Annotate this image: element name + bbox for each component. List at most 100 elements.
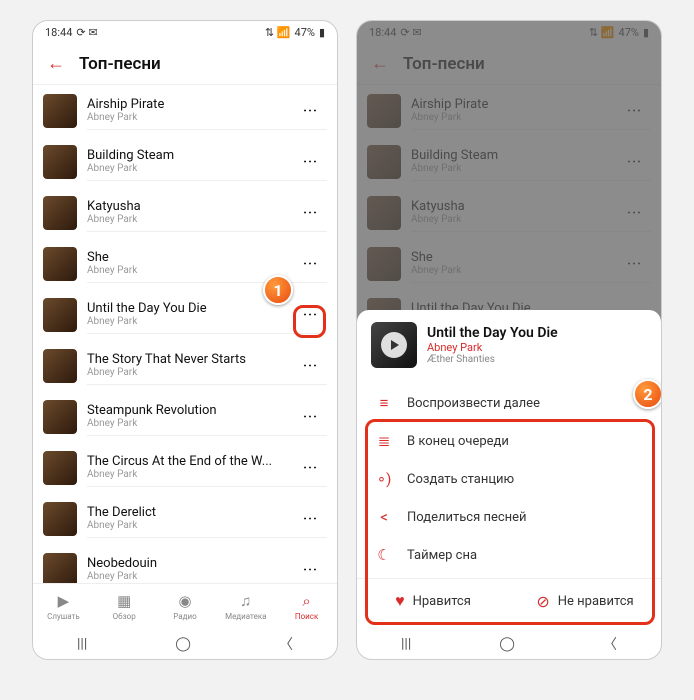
song-title: Neobedouin	[87, 556, 293, 571]
action-label: В конец очереди	[407, 434, 509, 449]
status-battery: 47%	[295, 26, 315, 39]
song-artist: Abney Park	[87, 520, 293, 531]
song-meta: The Story That Never StartsAbney Park	[87, 346, 293, 385]
nav-радио[interactable]: ◉ Радио	[155, 584, 216, 629]
album-art	[43, 145, 77, 179]
nav-слушать[interactable]: ▶ Слушать	[33, 584, 94, 629]
sheet-action[interactable]: ∘) Создать станцию	[357, 460, 661, 498]
more-icon[interactable]: ⋮	[303, 358, 318, 373]
more-icon[interactable]: ⋮	[303, 511, 318, 526]
action-icon: ☾	[375, 546, 393, 564]
more-icon[interactable]: ⋮	[303, 154, 318, 169]
song-row[interactable]: Airship PirateAbney Park ⋮	[33, 85, 337, 136]
song-title: Building Steam	[87, 148, 293, 163]
sheet-actions: ≡ Воспроизвести далее ≣ В конец очереди ∘) Со…	[357, 380, 661, 578]
song-meta: SheAbney Park	[87, 244, 293, 283]
more-icon[interactable]: ⋮	[303, 562, 318, 577]
nav-icon: ◉	[178, 592, 191, 610]
sheet-album-art[interactable]	[371, 322, 417, 368]
more-icon[interactable]: ⋮	[303, 256, 318, 271]
sheet-action[interactable]: <Поделиться песней	[357, 498, 661, 536]
like-button[interactable]: ♥ Нравится	[357, 579, 509, 623]
back-button[interactable]: 〈	[279, 634, 293, 654]
song-title: She	[87, 250, 293, 265]
battery-icon: ▮	[319, 26, 325, 39]
song-artist: Abney Park	[87, 214, 293, 225]
nav-icon: ▶	[58, 592, 70, 610]
dislike-label: Не нравится	[558, 594, 634, 609]
song-title: The Circus At the End of the W...	[87, 454, 293, 469]
back-button[interactable]: 〈	[603, 634, 617, 654]
song-meta: NeobedouinAbney Park	[87, 550, 293, 583]
song-row[interactable]: Steampunk RevolutionAbney Park ⋮	[33, 391, 337, 442]
home-button[interactable]: ◯	[175, 636, 191, 652]
page-title: Топ-песни	[79, 54, 161, 74]
song-artist: Abney Park	[87, 112, 293, 123]
callout-badge-1: 1	[263, 275, 293, 305]
heart-icon: ♥	[395, 591, 405, 611]
song-row[interactable]: KatyushaAbney Park ⋮	[33, 187, 337, 238]
status-left-icons: ⟳ ✉	[76, 26, 97, 39]
album-art	[43, 553, 77, 584]
nav-label: Слушать	[47, 612, 80, 621]
action-icon: ∘)	[375, 470, 393, 488]
song-row[interactable]: The Story That Never StartsAbney Park ⋮	[33, 340, 337, 391]
dislike-button[interactable]: ⊘ Не нравится	[509, 579, 661, 623]
album-art	[43, 400, 77, 434]
song-row[interactable]: NeobedouinAbney Park ⋮	[33, 544, 337, 583]
album-art	[43, 349, 77, 383]
action-label: Воспроизвести далее	[407, 396, 540, 411]
sheet-bottom-row: ♥ Нравится ⊘ Не нравится	[357, 578, 661, 623]
nav-поиск[interactable]: ⌕Поиск	[276, 584, 337, 629]
song-title: Steampunk Revolution	[87, 403, 293, 418]
action-icon: ≡	[375, 394, 393, 412]
sheet-action[interactable]: ☾ Таймер сна	[357, 536, 661, 574]
back-icon[interactable]: ←	[47, 53, 65, 74]
sheet-artist[interactable]: Abney Park	[427, 341, 558, 354]
song-title: Airship Pirate	[87, 97, 293, 112]
more-icon[interactable]: ⋮	[303, 103, 318, 118]
song-title: Until the Day You Die	[87, 301, 293, 316]
song-row[interactable]: SheAbney Park ⋮	[33, 238, 337, 289]
song-artist: Abney Park	[87, 265, 293, 276]
song-artist: Abney Park	[87, 418, 293, 429]
system-nav: ||| ◯ 〈	[33, 629, 337, 659]
nav-label: Поиск	[295, 612, 318, 621]
nav-медиатека[interactable]: ♫Медиатека	[215, 584, 276, 629]
more-icon[interactable]: ⋮	[303, 205, 318, 220]
sheet-header: Until the Day You Die Abney Park Æther S…	[357, 310, 661, 380]
bottom-nav: ▶ Слушать ▦Обзор ◉ Радио ♫Медиатека⌕Поиск	[33, 583, 337, 629]
more-icon[interactable]: ⋮	[303, 409, 318, 424]
song-row[interactable]: The DerelictAbney Park ⋮	[33, 493, 337, 544]
song-row[interactable]: The Circus At the End of the W...Abney P…	[33, 442, 337, 493]
recents-button[interactable]: |||	[77, 636, 87, 652]
nav-обзор[interactable]: ▦Обзор	[94, 584, 155, 629]
album-art	[43, 196, 77, 230]
song-meta: Steampunk RevolutionAbney Park	[87, 397, 293, 436]
song-artist: Abney Park	[87, 316, 293, 327]
song-row[interactable]: Building SteamAbney Park⋮	[33, 136, 337, 187]
action-label: Создать станцию	[407, 472, 514, 487]
sheet-action[interactable]: ≡ Воспроизвести далее	[357, 384, 661, 422]
sheet-song-title: Until the Day You Die	[427, 325, 558, 341]
album-art	[43, 247, 77, 281]
action-label: Таймер сна	[407, 548, 477, 563]
more-icon[interactable]: ⋮	[303, 307, 318, 322]
more-icon[interactable]: ⋮	[303, 460, 318, 475]
album-art	[43, 298, 77, 332]
song-list[interactable]: Airship PirateAbney Park⋮Building SteamA…	[33, 85, 337, 583]
nav-label: Радио	[173, 612, 196, 621]
heart-slash-icon: ⊘	[536, 592, 549, 611]
song-artist: Abney Park	[87, 469, 293, 480]
phone-screenshot-2: 18:44 ⟳ ✉ ⇅ 📶 47% ▮ ← Топ-песни Airship …	[356, 20, 662, 660]
album-art	[43, 502, 77, 536]
recents-button[interactable]: |||	[401, 636, 411, 652]
song-title: Katyusha	[87, 199, 293, 214]
song-meta: The DerelictAbney Park	[87, 499, 293, 538]
sheet-action[interactable]: ≣ В конец очереди	[357, 422, 661, 460]
home-button[interactable]: ◯	[499, 636, 515, 652]
nav-label: Обзор	[113, 612, 136, 621]
song-title: The Story That Never Starts	[87, 352, 293, 367]
nav-label: Медиатека	[225, 612, 266, 621]
action-icon: ≣	[375, 432, 393, 450]
